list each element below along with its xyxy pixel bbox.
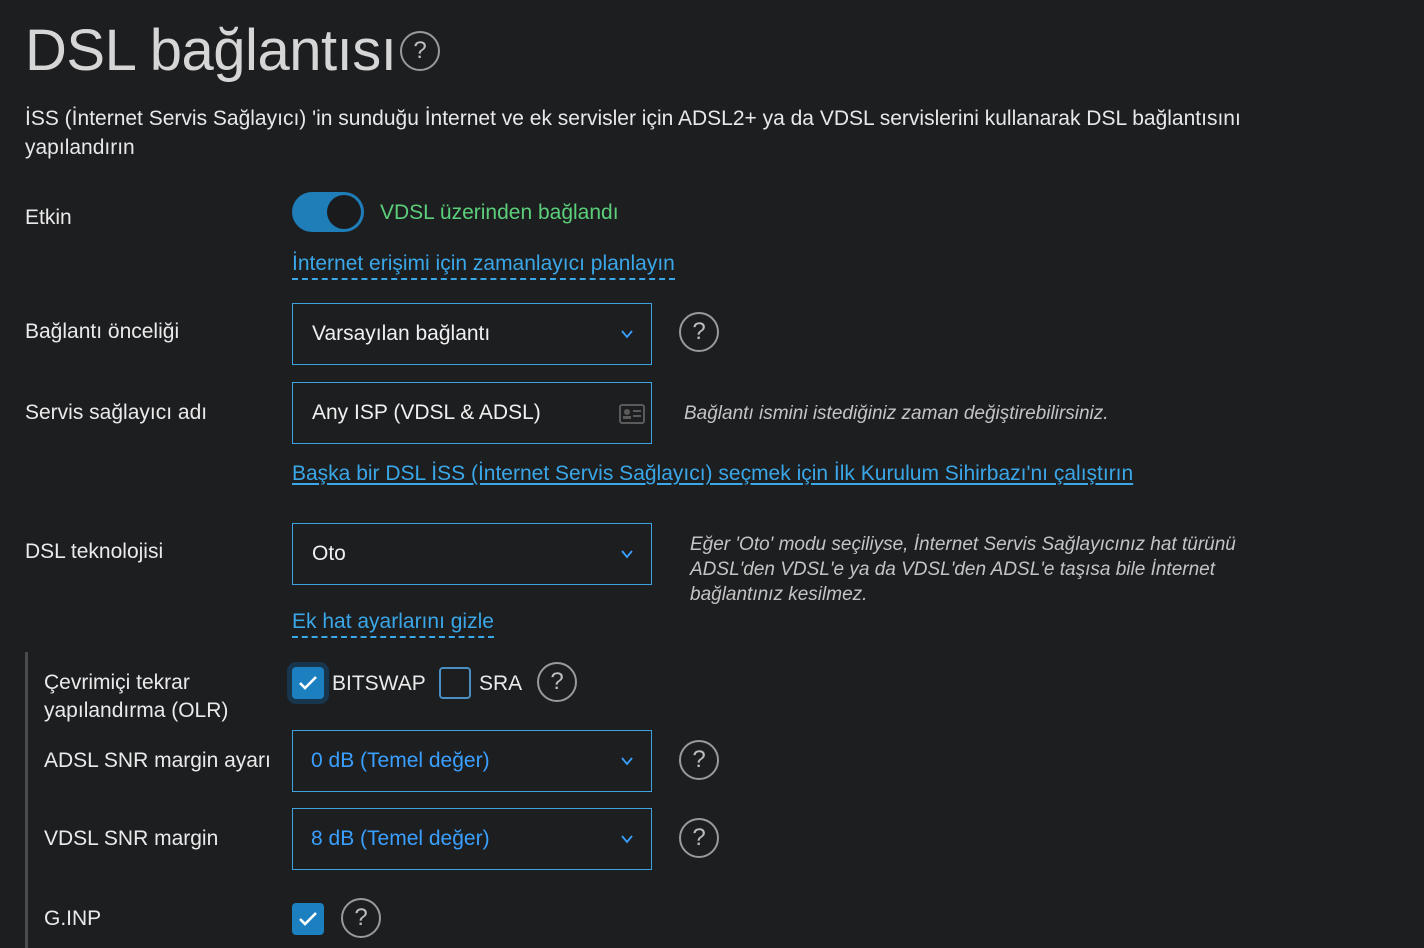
adsl-snr-help-icon[interactable]: ? bbox=[679, 740, 719, 780]
ginp-checkbox[interactable] bbox=[292, 903, 324, 935]
vdsl-snr-select[interactable]: 8 dB (Temel değer) bbox=[292, 808, 652, 870]
enabled-label: Etkin bbox=[25, 206, 72, 229]
ginp-help-icon[interactable]: ? bbox=[341, 898, 381, 938]
setup-wizard-link[interactable]: Başka bir DSL İSS (İnternet Servis Sağla… bbox=[292, 460, 1133, 488]
checkmark-icon bbox=[299, 676, 317, 690]
adsl-snr-value: 0 dB (Temel değer) bbox=[311, 749, 490, 772]
schedule-link[interactable]: İnternet erişimi için zamanlayıcı planla… bbox=[292, 250, 675, 280]
bitswap-checkbox[interactable] bbox=[292, 667, 324, 699]
chevron-down-icon bbox=[621, 757, 633, 766]
technology-label: DSL teknolojisi bbox=[25, 540, 164, 563]
page-description: İSS (İnternet Servis Sağlayıcı) 'in sund… bbox=[25, 107, 1241, 159]
priority-help-icon[interactable]: ? bbox=[679, 312, 719, 352]
ginp-label: G.INP bbox=[44, 907, 102, 930]
chevron-down-icon bbox=[621, 835, 633, 844]
checkmark-icon bbox=[299, 912, 317, 926]
priority-select[interactable]: Varsayılan bağlantı bbox=[292, 303, 652, 365]
chevron-down-icon bbox=[621, 550, 633, 559]
enabled-toggle[interactable] bbox=[292, 192, 364, 232]
hide-extra-settings-link[interactable]: Ek hat ayarlarını gizle bbox=[292, 608, 494, 638]
adsl-snr-select[interactable]: 0 dB (Temel değer) bbox=[292, 730, 652, 792]
section-indicator-bar bbox=[25, 652, 28, 948]
provider-hint: Bağlantı ismini istediğiniz zaman değişt… bbox=[684, 403, 1109, 424]
vdsl-snr-help-icon[interactable]: ? bbox=[679, 818, 719, 858]
contact-card-icon bbox=[619, 404, 645, 424]
priority-label: Bağlantı önceliği bbox=[25, 320, 180, 343]
provider-value: Any ISP (VDSL & ADSL) bbox=[312, 401, 541, 424]
sra-checkbox[interactable] bbox=[439, 667, 471, 699]
title-help-icon[interactable]: ? bbox=[400, 31, 440, 71]
technology-value: Oto bbox=[312, 542, 346, 565]
page-title: DSL bağlantısı bbox=[25, 18, 397, 83]
olr-label: Çevrimiçi tekrar yapılandırma (OLR) bbox=[44, 671, 229, 722]
provider-name-input[interactable]: Any ISP (VDSL & ADSL) bbox=[292, 382, 652, 444]
olr-help-icon[interactable]: ? bbox=[537, 662, 577, 702]
chevron-down-icon bbox=[621, 330, 633, 339]
adsl-snr-label: ADSL SNR margin ayarı bbox=[44, 749, 271, 772]
connection-status: VDSL üzerinden bağlandı bbox=[380, 201, 619, 224]
vdsl-snr-value: 8 dB (Temel değer) bbox=[311, 827, 490, 850]
technology-hint: Eğer 'Oto' modu seçiliyse, İnternet Serv… bbox=[690, 534, 1236, 605]
provider-label: Servis sağlayıcı adı bbox=[25, 401, 208, 424]
sra-label: SRA bbox=[479, 672, 523, 695]
priority-value: Varsayılan bağlantı bbox=[312, 322, 491, 345]
bitswap-label: BITSWAP bbox=[332, 672, 426, 695]
toggle-knob bbox=[327, 195, 361, 229]
technology-select[interactable]: Oto bbox=[292, 523, 652, 585]
vdsl-snr-label: VDSL SNR margin bbox=[44, 827, 219, 850]
